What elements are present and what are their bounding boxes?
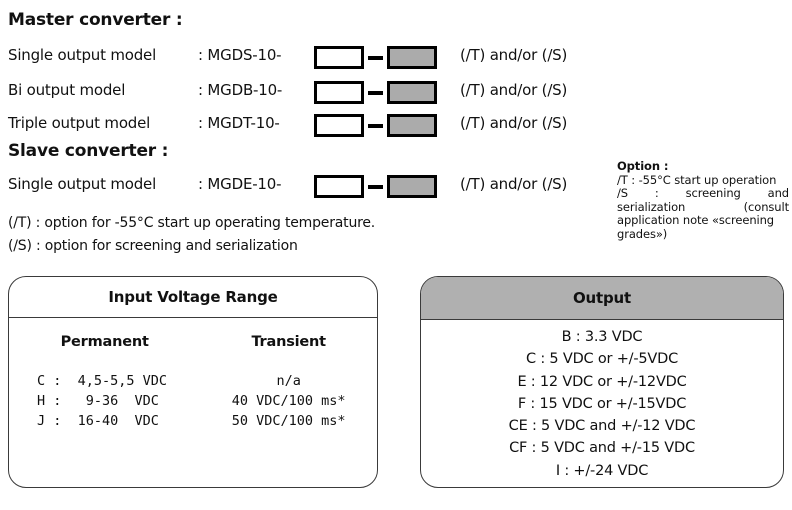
option-note-block: Option : /T : -55°C start up operation /… (617, 159, 789, 242)
option-note-line-5: grades») (617, 226, 668, 241)
cell-transient: 50 VDC/100 ms* (231, 413, 346, 429)
master-row-2-label: Triple output model (8, 114, 151, 132)
dash-separator-icon (368, 55, 383, 60)
output-code-box[interactable] (387, 114, 437, 137)
cell-transient: n/a (276, 373, 301, 389)
dash-separator-icon (368, 123, 383, 128)
input-voltage-rows: C : 4,5-5,5 VDC n/a H : 9-36 VDC 40 VDC/… (9, 371, 377, 431)
table-row: H : 9-36 VDC 40 VDC/100 ms* (9, 391, 377, 411)
cell-permanent: J : 16-40 VDC (37, 413, 159, 429)
output-title: Output (421, 277, 783, 320)
cell-permanent: H : 9-36 VDC (37, 393, 159, 409)
option-note-line-3: serialization (consult (617, 199, 789, 214)
slave-row-0-option: (/T) and/or (/S) (460, 175, 568, 193)
master-row-1-option: (/T) and/or (/S) (460, 81, 568, 99)
output-options-list: B : 3.3 VDC C : 5 VDC or +/-5VDC E : 12 … (421, 320, 783, 482)
input-voltage-range-panel: Input Voltage Range Permanent Transient … (8, 276, 378, 488)
slave-row-0-code: : MGDE-10- (198, 175, 282, 193)
option-note-line-1: /T : -55°C start up operation (617, 172, 777, 187)
list-item: B : 3.3 VDC (561, 329, 643, 345)
column-header-transient: Transient (251, 334, 326, 350)
input-code-box[interactable] (314, 46, 364, 69)
master-row-1-code: : MGDB-10- (198, 81, 283, 99)
input-voltage-range-title: Input Voltage Range (9, 277, 377, 318)
list-item: C : 5 VDC or +/-5VDC (525, 351, 679, 368)
input-code-box[interactable] (314, 114, 364, 137)
option-note-line-4: application note «screening (617, 213, 775, 228)
input-code-box[interactable] (314, 175, 364, 198)
dash-separator-icon (368, 184, 383, 189)
option-note-line-2: /S : screening and (617, 186, 789, 201)
master-row-0-code-boxes (314, 46, 437, 69)
footnote-screening-option: (/S) : option for screening and serializ… (8, 238, 298, 254)
input-code-box[interactable] (314, 81, 364, 104)
master-row-0-option: (/T) and/or (/S) (460, 46, 568, 64)
list-item: E : 12 VDC or +/-12VDC (517, 373, 687, 390)
footnote-temperature-option: (/T) : option for -55°C start up operati… (8, 215, 376, 231)
cell-transient: 40 VDC/100 ms* (231, 393, 346, 409)
input-voltage-column-headers: Permanent Transient (9, 334, 377, 350)
master-row-0-label: Single output model (8, 46, 157, 64)
table-row: C : 4,5-5,5 VDC n/a (9, 371, 377, 391)
slave-converter-title: Slave converter : (8, 141, 169, 161)
list-item: CF : 5 VDC and +/-15 VDC (509, 440, 695, 457)
master-row-1-code-boxes (314, 81, 437, 104)
list-item: I : +/-24 VDC (555, 462, 649, 479)
column-header-permanent: Permanent (60, 334, 149, 350)
dash-separator-icon (368, 90, 383, 95)
master-row-2-option: (/T) and/or (/S) (460, 114, 568, 132)
slave-row-0-label: Single output model (8, 175, 157, 193)
cell-permanent: C : 4,5-5,5 VDC (37, 373, 168, 389)
master-row-2-code: : MGDT-10- (198, 114, 280, 132)
master-converter-title: Master converter : (8, 10, 183, 30)
output-code-box[interactable] (387, 81, 437, 104)
option-note-heading: Option : (617, 159, 669, 173)
output-code-box[interactable] (387, 175, 437, 198)
master-row-0-code: : MGDS-10- (198, 46, 282, 64)
slave-row-0-code-boxes (314, 175, 437, 198)
table-row: J : 16-40 VDC 50 VDC/100 ms* (9, 411, 377, 431)
master-row-1-label: Bi output model (8, 81, 126, 99)
output-panel: Output B : 3.3 VDC C : 5 VDC or +/-5VDC … (420, 276, 784, 488)
output-code-box[interactable] (387, 46, 437, 69)
list-item: F : 15 VDC or +/-15VDC (517, 395, 687, 412)
master-row-2-code-boxes (314, 114, 437, 137)
list-item: CE : 5 VDC and +/-12 VDC (508, 418, 696, 435)
